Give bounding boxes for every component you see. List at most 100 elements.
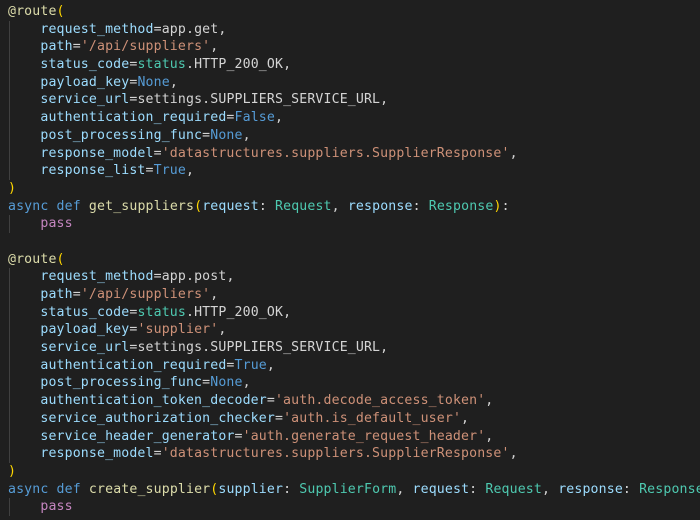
code-line[interactable]: ) bbox=[0, 180, 700, 198]
code-line[interactable]: payload_key='supplier', bbox=[0, 321, 700, 340]
code-line[interactable] bbox=[0, 233, 700, 251]
indent-guide bbox=[9, 109, 10, 127]
code-line[interactable]: authentication_required=True, bbox=[0, 356, 700, 375]
code-line[interactable]: request_method=app.post, bbox=[0, 268, 700, 286]
code-token-param: service_url bbox=[40, 92, 130, 108]
code-token-param: response bbox=[347, 198, 413, 214]
code-line[interactable]: async def get_suppliers(request: Request… bbox=[0, 198, 700, 216]
code-token-string: 'auth.generate_request_header' bbox=[242, 428, 486, 444]
code-line[interactable]: path='/api/suppliers', bbox=[0, 286, 700, 304]
code-token-plain: , bbox=[226, 269, 235, 285]
code-token-param: request_method bbox=[40, 21, 154, 37]
code-token-bracket: ( bbox=[56, 4, 65, 19]
code-token-plain: , bbox=[396, 481, 413, 497]
code-token-plain: , bbox=[242, 127, 251, 143]
code-token-string: 'datastructures.suppliers.SupplierRespon… bbox=[161, 446, 510, 462]
indent-guide bbox=[9, 56, 10, 74]
code-line[interactable]: pass bbox=[0, 215, 700, 233]
code-token-plain: settings.SUPPLIERS_SERVICE_URL, bbox=[137, 340, 389, 356]
code-editor[interactable]: @route( request_method=app.get, path='/a… bbox=[0, 0, 700, 520]
code-line[interactable]: async def create_supplier(supplier: Supp… bbox=[0, 481, 700, 499]
code-token-func: get_suppliers bbox=[88, 198, 195, 214]
code-token-param: response_model bbox=[40, 446, 154, 462]
code-line[interactable]: ) bbox=[0, 463, 700, 481]
code-token-class: status bbox=[137, 304, 186, 320]
code-token-plain: , bbox=[509, 446, 518, 462]
indent-guide bbox=[9, 303, 10, 322]
code-line[interactable]: path='/api/suppliers', bbox=[0, 38, 700, 57]
code-line[interactable]: service_header_generator='auth.generate_… bbox=[0, 427, 700, 446]
code-line[interactable]: status_code=status.HTTP_200_OK, bbox=[0, 56, 700, 74]
code-token-keyword: def bbox=[56, 198, 81, 214]
code-token-plain: , bbox=[331, 198, 348, 214]
code-token-param: post_processing_func bbox=[40, 127, 203, 143]
code-area[interactable]: @route( request_method=app.get, path='/a… bbox=[0, 3, 700, 516]
code-token-plain: , bbox=[274, 110, 284, 126]
code-line[interactable]: post_processing_func=None, bbox=[0, 374, 700, 393]
code-token-param: path bbox=[40, 39, 73, 55]
code-line[interactable]: authentication_required=False, bbox=[0, 109, 700, 127]
code-token-param: payload_key bbox=[40, 322, 130, 338]
code-token-plain: , bbox=[266, 357, 275, 373]
code-token-plain: , bbox=[509, 145, 518, 161]
code-token-plain: = bbox=[226, 110, 235, 126]
code-token-plain: , bbox=[210, 39, 219, 55]
indent-guide bbox=[9, 126, 10, 145]
code-token-control: pass bbox=[40, 216, 73, 232]
code-line[interactable]: @route( bbox=[0, 251, 700, 269]
code-token-param: response_list bbox=[40, 163, 146, 179]
code-line[interactable]: pass bbox=[0, 498, 700, 516]
code-line[interactable]: service_url=settings.SUPPLIERS_SERVICE_U… bbox=[0, 339, 700, 357]
code-token-param: request bbox=[412, 481, 470, 497]
code-token-plain: = bbox=[153, 269, 162, 285]
code-line[interactable]: authentication_token_decoder='auth.decod… bbox=[0, 392, 700, 410]
code-token-plain: : bbox=[258, 198, 276, 214]
code-token-param: service_authorization_checker bbox=[40, 410, 275, 426]
code-token-control: pass bbox=[40, 499, 73, 515]
indent-guide bbox=[9, 215, 10, 233]
code-token-bracket: ( bbox=[194, 198, 203, 214]
indent-guide bbox=[9, 91, 10, 110]
code-token-plain: , bbox=[185, 163, 195, 179]
code-token-param: authentication_required bbox=[40, 110, 227, 126]
code-line[interactable]: post_processing_func=None, bbox=[0, 126, 700, 145]
code-line[interactable]: request_method=app.get, bbox=[0, 20, 700, 39]
code-token-plain: app.get bbox=[161, 21, 219, 37]
indent-guide bbox=[9, 445, 10, 463]
code-line[interactable]: payload_key=None, bbox=[0, 73, 700, 92]
code-token-const: None bbox=[210, 127, 243, 143]
indent-guide bbox=[9, 321, 10, 340]
code-token-plain: = bbox=[226, 357, 235, 373]
code-line[interactable]: service_url=settings.SUPPLIERS_SERVICE_U… bbox=[0, 91, 700, 110]
code-line[interactable]: service_authorization_checker='auth.is_d… bbox=[0, 409, 700, 428]
code-token-param: status_code bbox=[40, 57, 130, 73]
code-token-plain: : bbox=[283, 481, 300, 497]
code-token-param: response_model bbox=[40, 145, 154, 161]
code-line[interactable]: status_code=status.HTTP_200_OK, bbox=[0, 303, 700, 322]
code-token-class: Response bbox=[428, 198, 494, 214]
code-token-plain: , bbox=[169, 74, 178, 90]
indent-guide bbox=[9, 409, 10, 428]
code-token-deco: @route bbox=[8, 251, 57, 267]
code-token-const: None bbox=[210, 375, 243, 391]
code-token-keyword: async bbox=[8, 481, 49, 497]
code-line[interactable]: response_model='datastructures.suppliers… bbox=[0, 445, 700, 463]
code-token-plain: , bbox=[461, 410, 470, 426]
code-line[interactable]: response_model='datastructures.suppliers… bbox=[0, 144, 700, 163]
code-token-plain: : bbox=[469, 481, 486, 497]
code-line[interactable]: @route( bbox=[0, 3, 700, 21]
code-token-plain: : bbox=[501, 198, 510, 214]
indent-guide bbox=[9, 20, 10, 39]
code-line[interactable]: response_list=True, bbox=[0, 162, 700, 180]
